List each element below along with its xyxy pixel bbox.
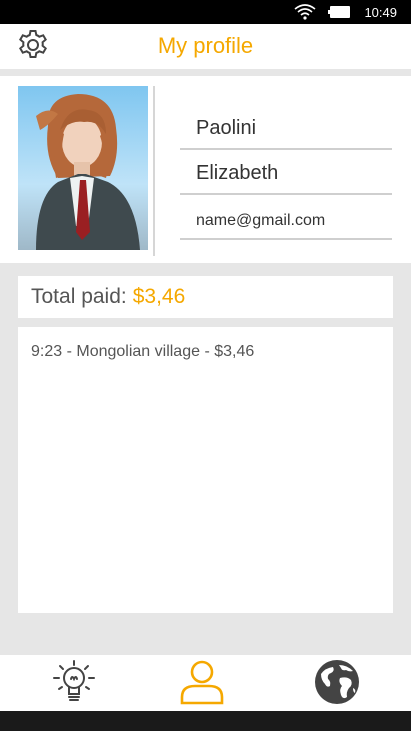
profile-avatar[interactable] [18, 86, 148, 250]
vertical-divider [153, 86, 155, 256]
wifi-icon [294, 4, 316, 20]
lightbulb-icon [50, 658, 98, 711]
page-title: My profile [157, 33, 254, 58]
user-icon [177, 657, 227, 712]
list-item[interactable]: 9:23 - Mongolian village - $3,46 [31, 343, 380, 361]
total-paid-label: Total paid: [31, 285, 127, 308]
total-paid-card: Total paid: $3,46 [18, 276, 393, 318]
nav-ideas-button[interactable] [44, 658, 104, 710]
status-time: 10:49 [364, 4, 397, 20]
battery-icon [328, 6, 352, 18]
total-paid-amount: $3,46 [132, 285, 186, 308]
last-name-field[interactable]: Paolini [180, 110, 392, 150]
profile-card: Paolini Elizabeth name@gmail.com [0, 76, 411, 263]
email-field[interactable]: name@gmail.com [180, 200, 392, 240]
payment-history-list: 9:23 - Mongolian village - $3,46 [18, 327, 393, 613]
system-nav-bar [0, 711, 411, 731]
nav-world-button[interactable] [307, 658, 367, 710]
nav-profile-button[interactable] [172, 658, 232, 710]
first-name-field[interactable]: Elizabeth [180, 155, 392, 195]
header: My profile [0, 24, 411, 69]
globe-icon [313, 658, 361, 711]
bottom-nav [0, 655, 411, 711]
status-bar: 10:49 [0, 0, 411, 24]
